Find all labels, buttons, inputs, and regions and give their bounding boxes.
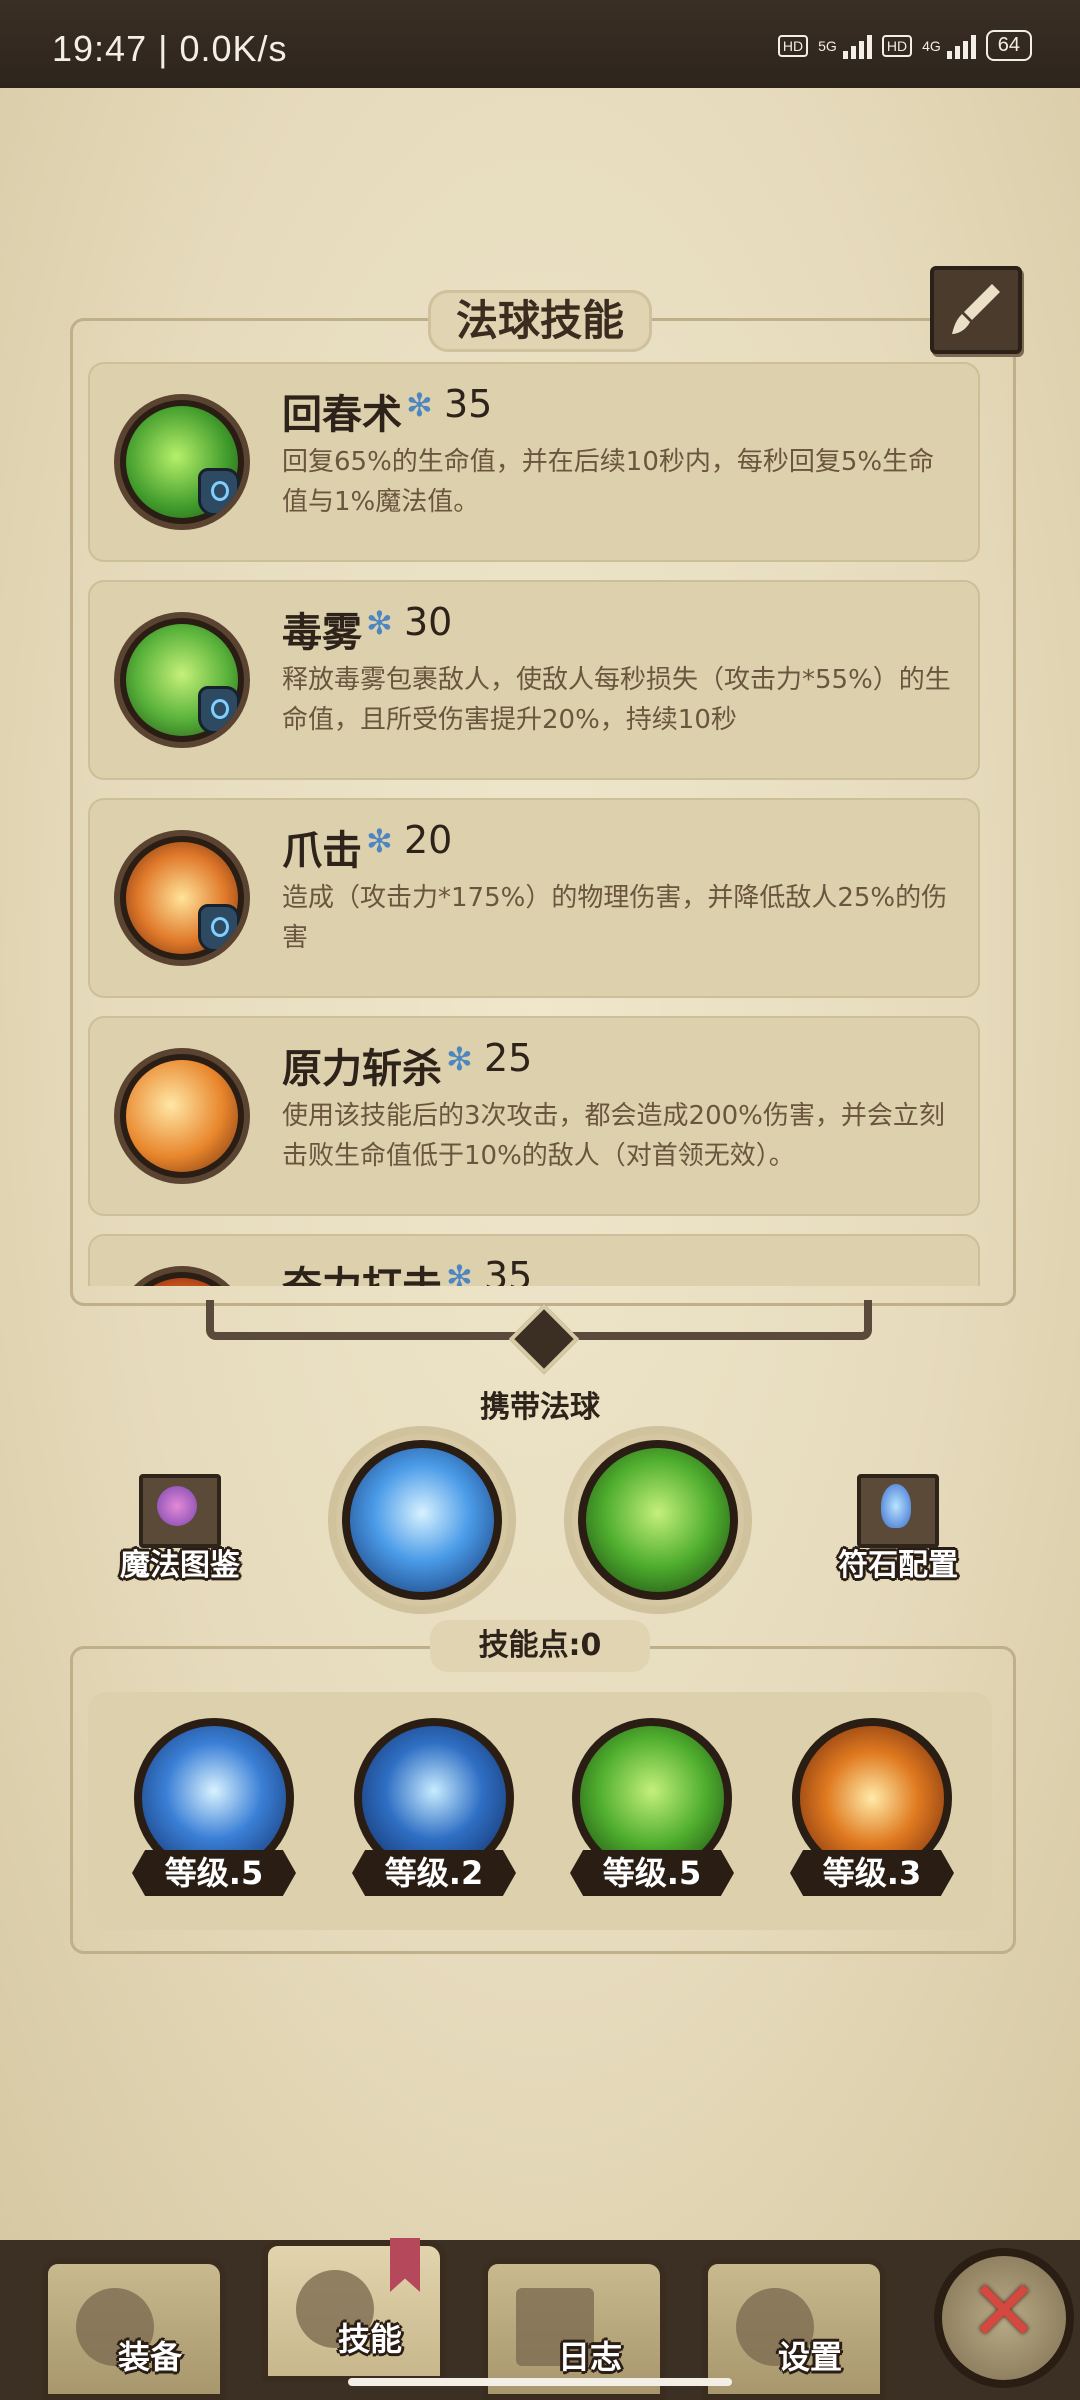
skill-card[interactable]: 爪击 ✻ 20 造成（攻击力*175%）的物理伤害，并降低敌人25%的伤害 (88, 798, 980, 998)
tab-equipment[interactable]: 装备 (42, 2258, 226, 2400)
poison-cloud-icon (114, 612, 250, 748)
orb-level-badge: 等级.5 (132, 1850, 296, 1896)
network-label-4g: 4G (922, 37, 941, 54)
tab-label: 装备 (118, 2338, 183, 2376)
skill-name: 回春术 (282, 392, 402, 438)
page-title: 法球技能 (428, 290, 652, 352)
orb-level-badge: 等级.2 (352, 1850, 516, 1896)
mana-gear-icon: ✻ (446, 1040, 473, 1078)
rune-icon (198, 686, 240, 734)
close-icon: ✕ (968, 2262, 1040, 2360)
mana-gear-icon: ✻ (366, 822, 393, 860)
hd-badge: HD (881, 34, 913, 57)
skill-points-label: 技能点:0 (430, 1620, 650, 1672)
skill-description: 造成（攻击力*175%）的物理伤害，并降低敌人25%的伤害 (282, 883, 948, 953)
skill-name: 奋力打击 (282, 1254, 442, 1286)
skill-name: 原力斩杀 (282, 1046, 442, 1092)
skill-description: 使用该技能后的3次攻击，都会造成200%伤害，并会立刻击败生命值低于10%的敌人… (282, 1101, 945, 1171)
rune-icon (198, 904, 240, 952)
home-indicator[interactable] (348, 2378, 732, 2386)
skill-cost: 35 (484, 1254, 533, 1286)
skill-description: 释放毒雾包裹敌人，使敌人每秒损失（攻击力*55%）的生命值，且所受伤害提升20%… (282, 665, 951, 735)
skill-cost: 20 (404, 818, 453, 862)
skill-cost: 30 (404, 600, 453, 644)
claw-strike-icon (114, 830, 250, 966)
mana-gear-icon: ✻ (406, 386, 433, 424)
skill-description: 回复65%的生命值，并在后续10秒内，每秒回复5%生命值与1%魔法值。 (282, 447, 935, 517)
edit-button[interactable] (930, 266, 1022, 354)
close-button[interactable]: ✕ (934, 2248, 1074, 2388)
skill-name: 毒雾 (282, 610, 362, 656)
battery-indicator: 64 (985, 30, 1032, 61)
bookmark-icon (390, 2238, 420, 2292)
carried-orb-slot[interactable] (336, 1434, 508, 1606)
healing-vine-icon (114, 394, 250, 530)
nature-orb-icon (578, 1440, 738, 1600)
skill-cost: 35 (444, 382, 493, 426)
skill-card[interactable]: 回春术 ✻ 35 回复65%的生命值，并在后续10秒内，每秒回复5%生命值与1%… (88, 362, 980, 562)
carry-orbs-label: 携带法球 (480, 1390, 600, 1425)
codex-book-icon (139, 1474, 221, 1548)
skill-card[interactable]: 原力斩杀 ✻ 25 使用该技能后的3次攻击，都会造成200%伤害，并会立刻击败生… (88, 1016, 980, 1216)
tab-label: 日志 (558, 2338, 623, 2376)
brush-icon (952, 284, 1000, 334)
ice-crystal-orb-icon (342, 1440, 502, 1600)
tab-label: 技能 (338, 2320, 403, 2358)
tab-label: 设置 (778, 2338, 843, 2376)
orb-level-badge: 等级.5 (570, 1850, 734, 1896)
hd-badge: HD (777, 34, 809, 57)
magic-codex-button[interactable]: 魔法图鉴 (100, 1474, 260, 1584)
rune-flame-icon (857, 1474, 939, 1548)
status-bar: 19:47 | 0.0K/s HD 5G HD 4G 64 (0, 0, 1080, 92)
skill-cost: 25 (484, 1036, 533, 1080)
network-label-5g: 5G (818, 37, 837, 54)
orb-level-badge: 等级.3 (790, 1850, 954, 1896)
status-time: 19:47 | 0.0K/s (52, 28, 288, 69)
mana-gear-icon: ✻ (366, 604, 393, 642)
mana-gear-icon: ✻ (446, 1258, 473, 1286)
signal-icon (842, 33, 872, 59)
skill-list[interactable]: 回春术 ✻ 35 回复65%的生命值，并在后续10秒内，每秒回复5%生命值与1%… (88, 362, 980, 1286)
signal-icon (946, 33, 976, 59)
skill-card[interactable]: 奋力打击 ✻ 35 (88, 1234, 980, 1286)
carried-orb-slot[interactable] (572, 1434, 744, 1606)
skill-name: 爪击 (282, 828, 362, 874)
power-strike-icon (114, 1266, 250, 1286)
rune-config-button[interactable]: 符石配置 (818, 1474, 978, 1584)
rune-icon (198, 468, 240, 516)
blade-slash-icon (114, 1048, 250, 1184)
tab-skills[interactable]: 技能 (262, 2238, 446, 2382)
status-icons: HD 5G HD 4G 64 (777, 30, 1032, 61)
skill-card[interactable]: 毒雾 ✻ 30 释放毒雾包裹敌人，使敌人每秒损失（攻击力*55%）的生命值，且所… (88, 580, 980, 780)
